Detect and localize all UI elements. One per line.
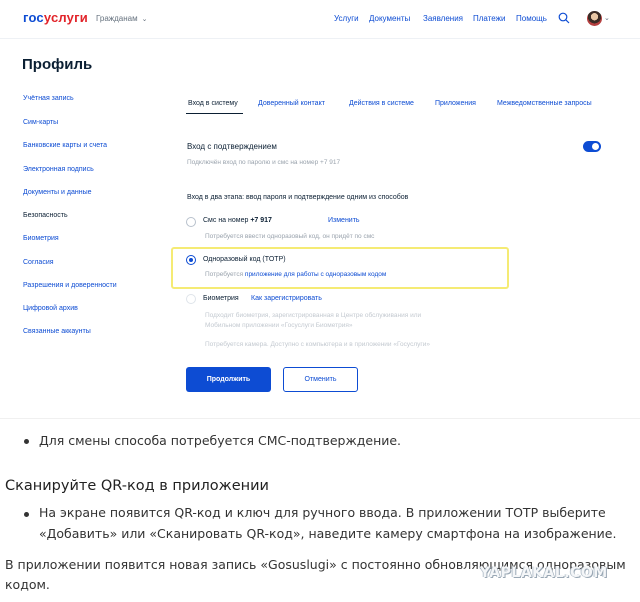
gosuslugi-logo[interactable]: госуслуги <box>23 10 88 25</box>
sidebar-item-e-signature[interactable]: Электронная подпись <box>23 166 94 173</box>
article-bullet-2-line-1: На экране появится QR-код и ключ для руч… <box>39 505 606 520</box>
tab-interagency-requests[interactable]: Межведомственные запросы <box>497 100 592 107</box>
confirm-description: Подключён вход по паролю и смс на номер … <box>187 159 341 166</box>
tab-applications[interactable]: Приложения <box>435 100 476 107</box>
bio-hint-3: Потребуется камера. Доступно с компьютер… <box>205 341 431 348</box>
article-paragraph-line-2: кодом. <box>5 577 50 592</box>
nav-applications[interactable]: Заявления <box>423 14 463 23</box>
screenshot-divider <box>0 418 640 419</box>
totp-option-label: Одноразовый код (TOTP) <box>203 256 286 263</box>
how-to-register-link[interactable]: Как зарегистрировать <box>251 295 322 302</box>
change-number-link[interactable]: Изменить <box>328 217 360 224</box>
bio-radio[interactable] <box>186 294 196 304</box>
audience-selector[interactable]: Гражданам ⌄ <box>96 14 148 23</box>
article-heading: Сканируйте QR-код в приложении <box>5 478 269 494</box>
nav-help[interactable]: Помощь <box>516 14 547 23</box>
sms-number: +7 917 <box>250 217 272 224</box>
sidebar-item-sim-cards[interactable]: Сим-карты <box>23 119 58 126</box>
bullet-dot <box>24 439 29 444</box>
watermark: YAPLAKAL.COM <box>480 565 608 581</box>
totp-app-link[interactable]: приложение для работы с одноразовым кодо… <box>245 271 386 278</box>
chevron-down-icon: ⌄ <box>141 16 148 23</box>
sidebar-item-documents[interactable]: Документы и данные <box>23 189 92 196</box>
avatar[interactable] <box>587 11 602 26</box>
nav-documents[interactable]: Документы <box>369 14 410 23</box>
totp-radio[interactable] <box>186 255 196 265</box>
audience-label: Гражданам <box>96 14 138 23</box>
tab-trusted-contact[interactable]: Доверенный контакт <box>258 100 325 107</box>
bio-hint-2: Мобильном приложении «Госуслуги Биометри… <box>205 322 353 329</box>
logo-part-uslugi: услуги <box>43 10 88 25</box>
chevron-down-icon[interactable]: ⌄ <box>604 14 610 22</box>
totp-hint-prefix: Потребуется <box>205 271 244 278</box>
top-bar: госуслуги Гражданам ⌄ Услуги Документы За… <box>0 0 640 38</box>
search-icon[interactable] <box>558 12 570 24</box>
sidebar-item-account[interactable]: Учётная запись <box>23 95 74 102</box>
sidebar-item-digital-archive[interactable]: Цифровой архив <box>23 305 78 312</box>
sms-hint: Потребуется ввести одноразовый код, он п… <box>205 233 375 240</box>
sidebar-item-bank-cards[interactable]: Банковские карты и счета <box>23 142 107 149</box>
active-tab-indicator <box>186 113 243 114</box>
tab-system-actions[interactable]: Действия в системе <box>349 100 414 107</box>
nav-services[interactable]: Услуги <box>334 14 359 23</box>
page-title: Профиль <box>22 56 93 73</box>
tab-login[interactable]: Вход в систему <box>188 100 238 107</box>
sidebar-item-consents[interactable]: Согласия <box>23 259 54 266</box>
two-step-intro: Вход в два этапа: ввод пароля и подтверж… <box>187 194 409 201</box>
totp-highlight-box <box>171 247 509 289</box>
logo-part-gos: гос <box>23 10 44 25</box>
sms-radio[interactable] <box>186 217 196 227</box>
bio-hint-1: Подходит биометрия, зарегистрированная в… <box>205 312 422 319</box>
nav-payments[interactable]: Платежи <box>473 14 505 23</box>
sidebar-item-linked-accounts[interactable]: Связанные аккаунты <box>23 328 91 335</box>
sidebar-item-security[interactable]: Безопасность <box>23 212 68 219</box>
sms-option-label: Смс на номер +7 917 <box>203 217 272 224</box>
article-bullet-1: Для смены способа потребуется СМС-подтве… <box>39 433 402 448</box>
bio-option-label: Биометрия <box>203 295 239 302</box>
sidebar-item-permissions[interactable]: Разрешения и доверенности <box>23 282 117 289</box>
sidebar-item-biometrics[interactable]: Биометрия <box>23 235 59 242</box>
header-divider <box>0 38 640 39</box>
cancel-button[interactable]: Отменить <box>283 367 358 392</box>
article-bullet-2-line-2: «Добавить» или «Сканировать QR-код», нав… <box>39 526 617 541</box>
confirm-title: Вход с подтверждением <box>187 142 277 151</box>
bullet-dot <box>24 512 29 517</box>
confirm-toggle[interactable] <box>583 141 601 152</box>
totp-hint: Потребуется приложение для работы с одно… <box>205 271 386 278</box>
continue-button[interactable]: Продолжить <box>186 367 271 392</box>
sms-label-text: Смс на номер <box>203 217 249 224</box>
